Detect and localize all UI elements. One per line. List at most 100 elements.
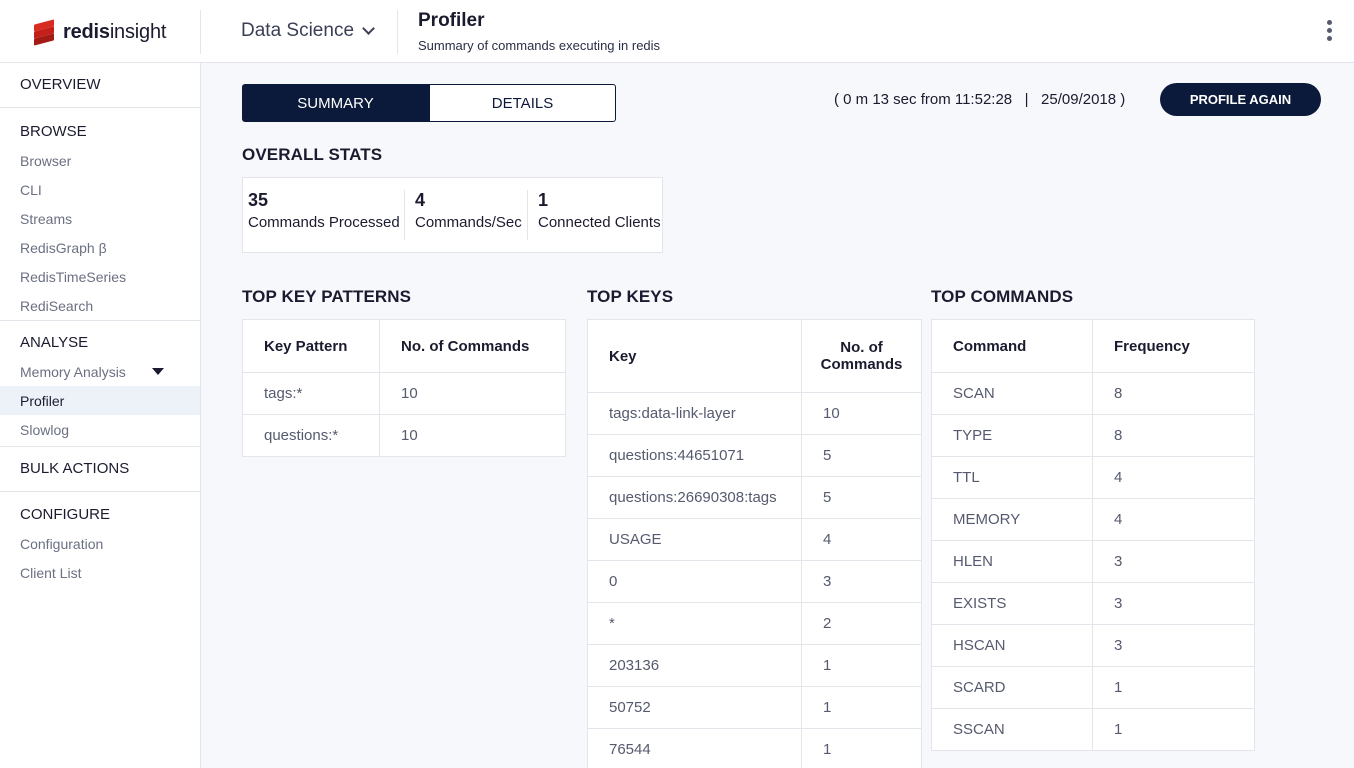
column-header[interactable]: Frequency (1092, 319, 1255, 373)
table-cell-key: TTL (931, 456, 1093, 499)
table-cell-key: tags:data-link-layer (587, 392, 802, 435)
table-cell-count: 10 (801, 392, 922, 435)
table-row: questions:* 10 (242, 414, 566, 457)
table-cell-count: 4 (1092, 498, 1255, 541)
sidebar-item-memory-analysis[interactable]: Memory Analysis (0, 357, 200, 386)
table-row: questions:44651071 5 (587, 434, 922, 477)
top-keys-title: TOP KEYS (587, 287, 674, 306)
table-row: MEMORY 4 (931, 498, 1255, 541)
database-name: Data Science (241, 20, 355, 41)
table-cell-key: questions:* (242, 414, 380, 457)
table-cell-key: TYPE (931, 414, 1093, 457)
table-cell-key: SCAN (931, 372, 1093, 415)
sidebar-item-redistimeseries[interactable]: RedisTimeSeries (0, 262, 200, 291)
overall-stats-title: OVERALL STATS (242, 145, 383, 164)
page-title: Profiler (418, 10, 485, 31)
table-cell-count: 1 (1092, 708, 1255, 751)
profile-time-info: ( 0 m 13 sec from 11:52:28 | 25/09/2018 … (834, 91, 1126, 108)
column-header[interactable]: No. of Commands (801, 319, 922, 393)
sidebar-item-overview[interactable]: OVERVIEW (0, 63, 200, 106)
column-header[interactable]: Command (931, 319, 1093, 373)
stat-value: 35 (248, 190, 269, 210)
stat-label: Commands Processed (248, 214, 400, 231)
table-cell-count: 8 (1092, 372, 1255, 415)
sidebar-item-configuration[interactable]: Configuration (0, 529, 200, 558)
page-subtitle: Summary of commands executing in redis (418, 38, 661, 53)
table-cell-count: 3 (801, 560, 922, 603)
sidebar-item-browser[interactable]: Browser (0, 146, 200, 175)
table-cell-count: 8 (1092, 414, 1255, 457)
top-key-patterns-title: TOP KEY PATTERNS (242, 287, 412, 306)
table-cell-count: 1 (1092, 666, 1255, 709)
sidebar-item-client-list[interactable]: Client List (0, 558, 200, 587)
table-row: tags:* 10 (242, 372, 566, 415)
top-commands-table: Command Frequency SCAN 8 TYPE 8 TTL 4 MEMORY 4 H… (931, 319, 1255, 751)
sidebar-section-browse: BROWSE Browser CLI Streams RedisGraph β … (0, 108, 200, 321)
header-divider (397, 10, 398, 54)
tab-details[interactable]: DETAILS (429, 84, 616, 122)
table-cell-key: 76544 (587, 728, 802, 768)
sidebar-section-configure: CONFIGURE Configuration Client List (0, 492, 200, 587)
table-cell-count: 1 (801, 728, 922, 768)
table-cell-count: 3 (1092, 540, 1255, 583)
table-cell-key: USAGE (587, 518, 802, 561)
more-options-icon[interactable] (1322, 20, 1336, 44)
profile-again-button[interactable]: PROFILE AGAIN (1160, 83, 1321, 116)
table-row: 03 (587, 560, 922, 603)
sidebar: OVERVIEW BROWSE Browser CLI Streams Redi… (0, 63, 201, 768)
overall-stats-card: 35 Commands Processed 4 Commands/Sec 1 C… (242, 177, 663, 253)
sidebar-item-redisgraph[interactable]: RedisGraph β (0, 233, 200, 262)
table-cell-key: EXISTS (931, 582, 1093, 625)
table-cell-key: HLEN (931, 540, 1093, 583)
sidebar-heading-configure[interactable]: CONFIGURE (0, 500, 200, 529)
table-cell-count: 4 (801, 518, 922, 561)
sidebar-heading-analyse[interactable]: ANALYSE (0, 328, 200, 357)
header-divider (200, 10, 201, 54)
sidebar-section-analyse: ANALYSE Memory Analysis Profiler Slowlog (0, 321, 200, 447)
table-header-row: Command Frequency (931, 319, 1255, 373)
table-cell-count: 10 (379, 414, 566, 457)
sidebar-item-cli[interactable]: CLI (0, 175, 200, 204)
table-row: SSCAN 1 (931, 708, 1255, 751)
table-header-row: Key Pattern No. of Commands (242, 319, 566, 373)
table-cell-count: 2 (801, 602, 922, 645)
chevron-down-icon (362, 22, 375, 35)
column-header[interactable]: Key (587, 319, 802, 393)
stat-commands-processed: 35 Commands Processed (243, 190, 405, 240)
stat-value: 1 (538, 190, 549, 210)
table-row: 76544 1 (587, 728, 922, 768)
database-selector[interactable]: Data Science (241, 20, 375, 42)
table-cell-key: questions:44651071 (587, 434, 802, 477)
table-cell-count: 3 (1092, 582, 1255, 625)
table-cell-count: 5 (801, 434, 922, 477)
table-cell-count: 4 (1092, 456, 1255, 499)
column-header[interactable]: Key Pattern (242, 319, 380, 373)
main-content: SUMMARY DETAILS ( 0 m 13 sec from 11:52:… (201, 63, 1354, 768)
caret-down-icon[interactable] (152, 368, 164, 375)
sidebar-item-slowlog[interactable]: Slowlog (0, 415, 200, 444)
sidebar-item-profiler[interactable]: Profiler (0, 386, 200, 415)
table-cell-count: 10 (379, 372, 566, 415)
stat-connected-clients: 1 Connected Clients (528, 190, 662, 240)
sidebar-item-streams[interactable]: Streams (0, 204, 200, 233)
redis-logo-icon (32, 19, 58, 46)
table-row: SCARD 1 (931, 666, 1255, 709)
column-header[interactable]: No. of Commands (379, 319, 566, 373)
logo-text: redisinsight (63, 20, 167, 43)
table-row: questions:26690308:tags 5 (587, 476, 922, 519)
tab-summary[interactable]: SUMMARY (242, 84, 429, 122)
sidebar-item-redisearch[interactable]: RediSearch (0, 291, 200, 320)
sidebar-heading-browse[interactable]: BROWSE (0, 117, 200, 146)
table-row: USAGE 4 (587, 518, 922, 561)
redisinsight-logo[interactable]: redisinsight (32, 18, 166, 46)
top-key-patterns-table: Key Pattern No. of Commands tags:* 10 ques… (242, 319, 566, 457)
sidebar-section-overview: OVERVIEW (0, 63, 200, 108)
table-cell-key: SSCAN (931, 708, 1093, 751)
stat-label: Commands/Sec (415, 214, 522, 231)
table-cell-count: 1 (801, 644, 922, 687)
table-cell-key: MEMORY (931, 498, 1093, 541)
sidebar-item-bulk-actions[interactable]: BULK ACTIONS (0, 447, 200, 490)
table-row: 203136 1 (587, 644, 922, 687)
sidebar-item-label: Memory Analysis (20, 363, 126, 380)
stat-value: 4 (415, 190, 426, 210)
